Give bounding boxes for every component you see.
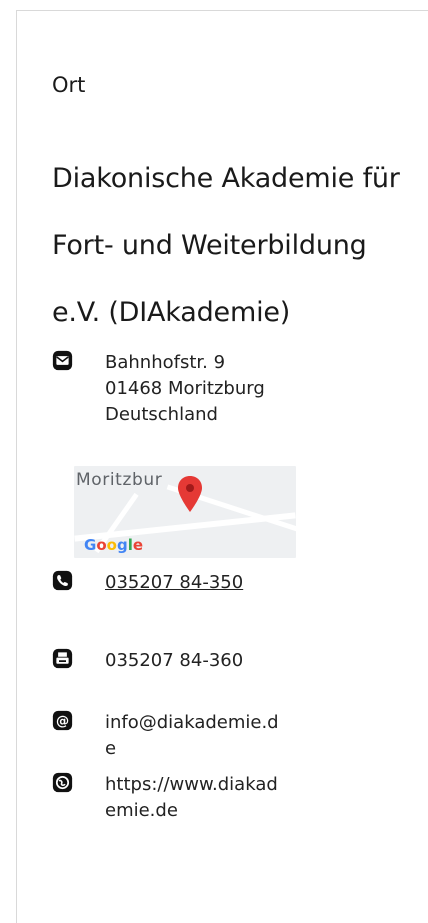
address-text: Bahnhofstr. 9 01468 Moritzburg Deutschla… <box>105 352 265 425</box>
phone-icon <box>52 570 73 591</box>
venue-title: Diakonische Akademie für Fort- und Weite… <box>52 163 400 328</box>
google-logo: Google <box>84 536 144 554</box>
left-divider <box>16 10 17 923</box>
at-icon: @ <box>52 710 73 731</box>
phone-link[interactable]: 035207 84-350 <box>105 570 243 596</box>
section-label: Ort <box>52 73 86 97</box>
map-thumbnail[interactable]: Moritzbur Google <box>74 466 296 558</box>
fax-icon <box>52 648 73 669</box>
email-text[interactable]: info@diakademie.d e <box>105 710 279 762</box>
svg-text:@: @ <box>56 714 69 729</box>
top-divider <box>16 10 428 11</box>
globe-icon <box>52 772 73 793</box>
map-place-label: Moritzbur <box>76 470 163 490</box>
web-text[interactable]: https://www.diakad emie.de <box>105 772 278 824</box>
map-pin-icon <box>178 476 202 512</box>
fax-text: 035207 84-360 <box>105 650 244 671</box>
mail-icon <box>52 350 73 371</box>
